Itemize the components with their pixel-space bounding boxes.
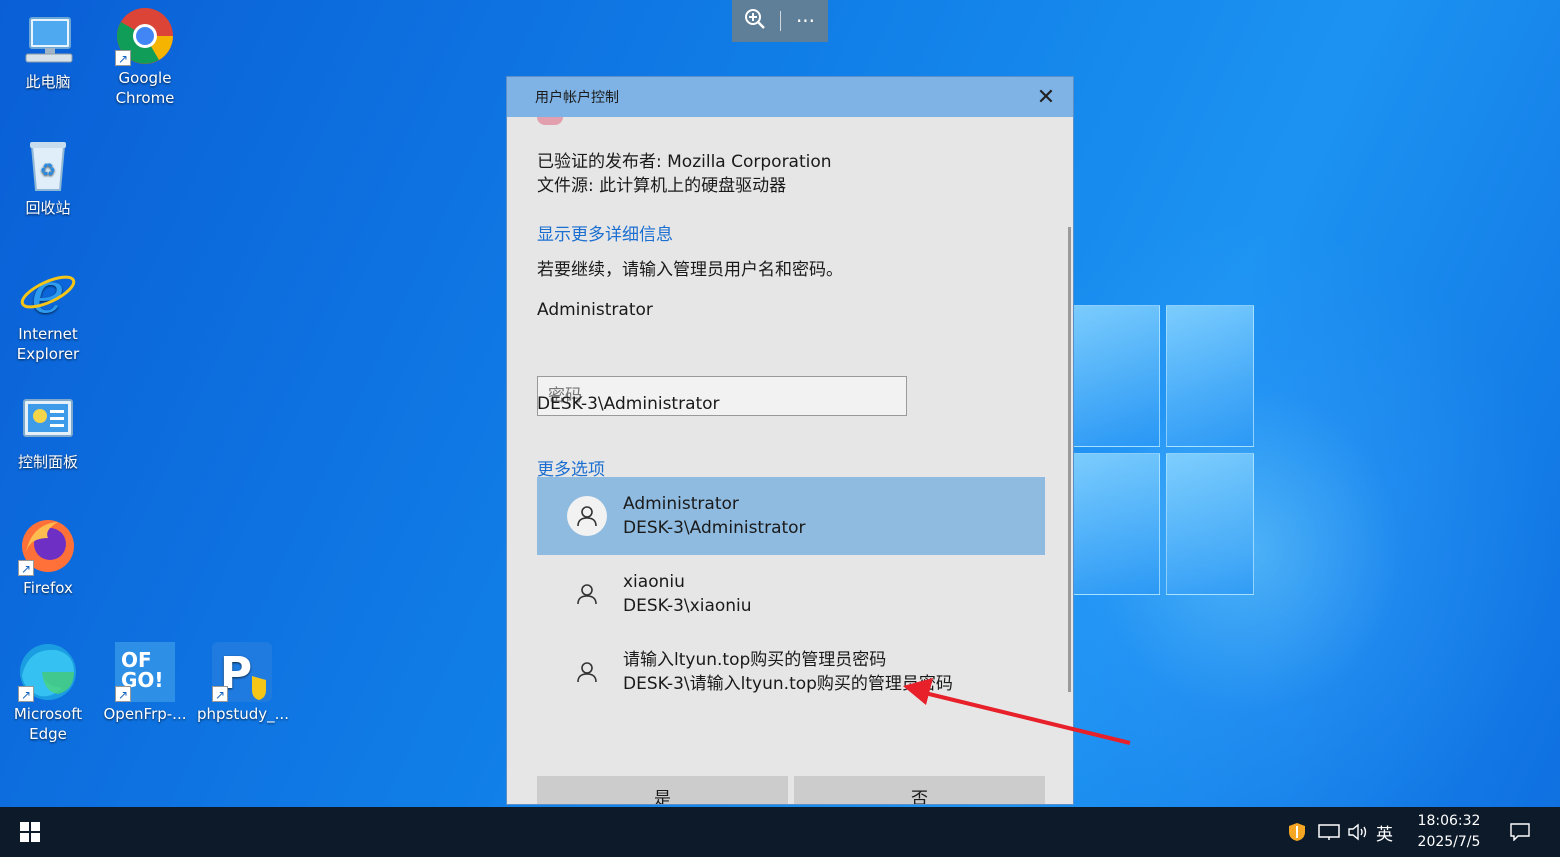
user-avatar-icon	[567, 652, 607, 692]
svg-text:e: e	[31, 262, 64, 322]
account-item-administrator[interactable]: Administrator DESK-3\Administrator	[537, 477, 1045, 555]
openfrp-icon: OF GO! ↗	[115, 642, 175, 702]
phpstudy-icon: P ↗	[212, 642, 272, 702]
account-domain: DESK-3\xiaoniu	[623, 596, 752, 616]
publisher-text: 已验证的发布者: Mozilla Corporation	[537, 152, 832, 172]
desktop-icon-control-panel[interactable]: 控制面板	[3, 390, 93, 472]
user-avatar-icon	[567, 574, 607, 614]
account-name: 请输入ltyun.top购买的管理员密码	[623, 650, 887, 670]
shortcut-arrow-icon: ↗	[18, 686, 34, 702]
file-source-text: 文件源: 此计算机上的硬盘驱动器	[537, 176, 787, 196]
internet-explorer-icon: e	[18, 261, 78, 326]
chrome-icon: ↗	[115, 6, 175, 66]
svg-text:♻: ♻	[40, 160, 56, 181]
ime-indicator[interactable]: 英	[1376, 807, 1393, 857]
network-icon[interactable]	[1318, 807, 1340, 857]
edge-icon: ↗	[18, 642, 78, 702]
dialog-title: 用户帐户控制	[535, 90, 619, 106]
zoom-in-icon	[744, 8, 765, 29]
firefox-icon: ↗	[18, 516, 78, 576]
account-item-xiaoniu[interactable]: xiaoniu DESK-3\xiaoniu	[537, 555, 1045, 633]
account-name: Administrator	[623, 494, 739, 514]
clock-time: 18:06:32	[1417, 813, 1481, 829]
desktop-icon-this-pc[interactable]: 此电脑	[3, 10, 93, 92]
account-domain: DESK-3\请输入ltyun.top购买的管理员密码	[623, 674, 953, 694]
desktop-icon-phpstudy[interactable]: P ↗ phpstudy_...	[197, 642, 289, 724]
zoom-in-button[interactable]	[735, 8, 775, 35]
show-details-link[interactable]: 显示更多详细信息	[537, 220, 673, 245]
dialog-content: 已验证的发布者: Mozilla Corporation 文件源: 此计算机上的…	[537, 117, 1045, 804]
windows-start-icon	[20, 822, 40, 842]
desktop-icon-internet-explorer[interactable]: e Internet Explorer	[3, 261, 93, 364]
desktop-icon-recycle-bin[interactable]: ♻ 回收站	[3, 136, 93, 218]
account-name: xiaoniu	[623, 572, 685, 592]
volume-icon[interactable]	[1347, 807, 1369, 857]
windows-wallpaper-logo	[1072, 305, 1254, 595]
dialog-scrollbar[interactable]	[1068, 227, 1071, 692]
user-avatar-icon	[567, 496, 607, 536]
shortcut-arrow-icon: ↗	[115, 50, 131, 66]
shortcut-arrow-icon: ↗	[18, 560, 34, 576]
recycle-bin-icon: ♻	[18, 136, 78, 196]
desktop-icon-microsoft-edge[interactable]: ↗ Microsoft Edge	[3, 642, 93, 744]
dialog-titlebar: 用户帐户控制 ✕	[507, 77, 1073, 117]
desktop-icon-openfrp[interactable]: OF GO! ↗ OpenFrp-...	[100, 642, 190, 724]
account-item-ltyun[interactable]: 请输入ltyun.top购买的管理员密码 DESK-3\请输入ltyun.top…	[537, 633, 1045, 711]
notification-icon	[1510, 823, 1530, 841]
domain-user-label: DESK-3\Administrator	[537, 394, 720, 414]
control-panel-icon	[18, 390, 78, 450]
computer-icon	[18, 10, 78, 70]
security-tray-icon[interactable]	[1288, 807, 1306, 857]
close-icon: ✕	[1036, 84, 1056, 110]
close-button[interactable]: ✕	[1019, 77, 1073, 117]
shortcut-arrow-icon: ↗	[212, 686, 228, 702]
shortcut-arrow-icon: ↗	[115, 686, 131, 702]
remote-toolbar: ···	[732, 0, 828, 42]
start-button[interactable]	[0, 807, 60, 857]
clock[interactable]: 18:06:32 2025/7/5	[1404, 811, 1494, 853]
uac-dialog: 用户帐户控制 ✕ 已验证的发布者: Mozilla Corporation 文件…	[506, 76, 1074, 805]
toolbar-separator	[779, 11, 781, 31]
username-label: Administrator	[537, 300, 653, 320]
instruction-text: 若要继续，请输入管理员用户名和密码。	[537, 260, 843, 280]
yes-button[interactable]: 是	[537, 776, 788, 804]
desktop-icon-firefox[interactable]: ↗ Firefox	[3, 516, 93, 598]
account-domain: DESK-3\Administrator	[623, 518, 806, 538]
notification-button[interactable]	[1505, 817, 1535, 847]
taskbar: 英 18:06:32 2025/7/5	[0, 807, 1560, 857]
clock-date: 2025/7/5	[1417, 834, 1481, 850]
more-options-button[interactable]: ···	[786, 9, 826, 33]
no-button[interactable]: 否	[794, 776, 1045, 804]
desktop-icon-google-chrome[interactable]: ↗ Google Chrome	[100, 6, 190, 108]
